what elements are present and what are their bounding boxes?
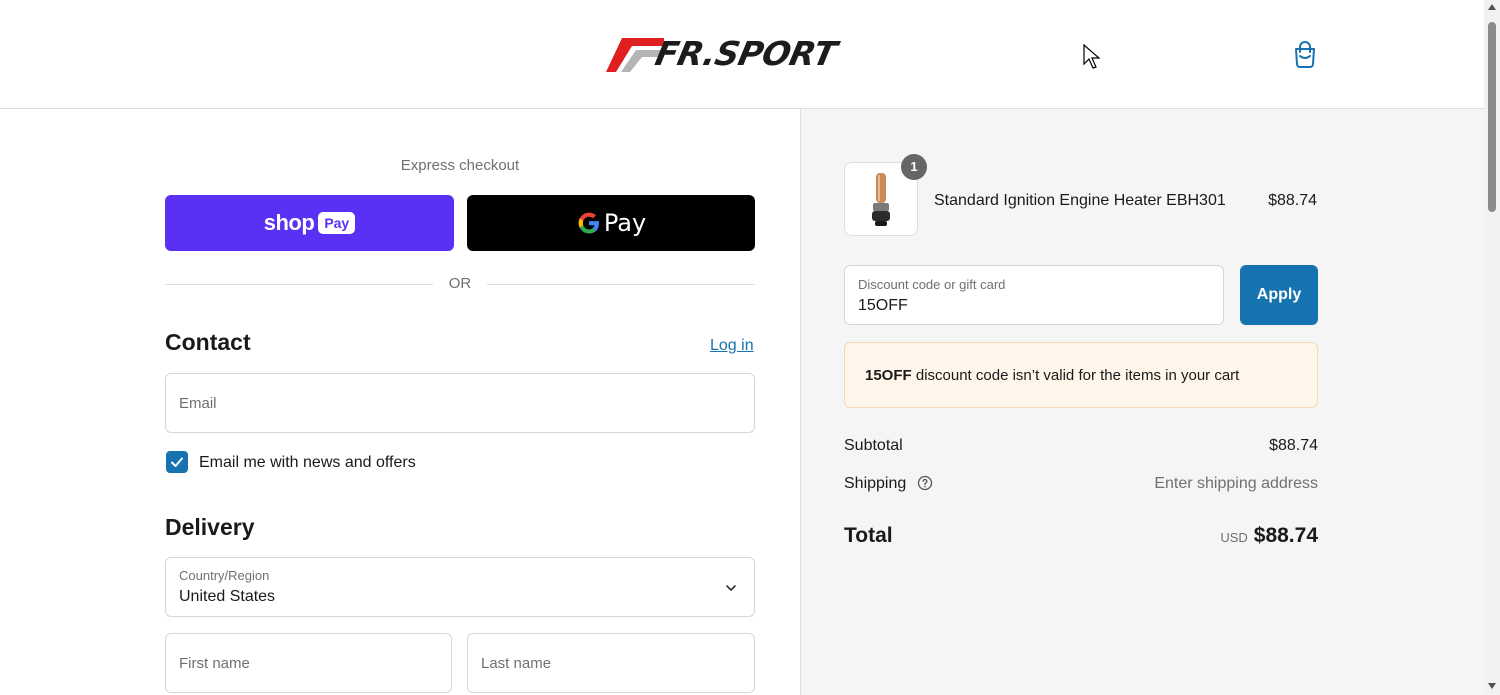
email-field[interactable]: Email [165, 373, 755, 433]
site-header: FR.SPORT [0, 0, 1484, 109]
delivery-title: Delivery [165, 514, 255, 540]
shop-pay-badge: Pay [318, 212, 356, 234]
brand-name: FR.SPORT [651, 34, 840, 73]
product-price: $88.74 [1268, 192, 1317, 209]
page-scrollbar[interactable] [1484, 0, 1500, 695]
warning-code: 15OFF [865, 367, 912, 384]
total-value: $88.74 [1253, 524, 1318, 547]
discount-value: 15OFF [858, 297, 908, 314]
total-amount: USD $88.74 [1000, 524, 1318, 548]
express-checkout-title: Express checkout [400, 157, 520, 174]
total-currency: USD [1220, 530, 1248, 545]
subtotal-value: $88.74 [1269, 437, 1318, 454]
chevron-down-icon [726, 585, 736, 591]
warning-text: 15OFF discount code isn’t valid for the … [865, 367, 1239, 384]
shopping-bag-icon[interactable] [1292, 40, 1318, 68]
contact-title: Contact [165, 329, 251, 355]
country-select[interactable]: Country/Region United States [165, 557, 755, 617]
scroll-up-arrow-icon[interactable] [1488, 4, 1496, 10]
total-label: Total [844, 524, 893, 547]
checkout-form-panel: Express checkout shop Pay Pay OR Contact… [0, 109, 800, 695]
newsletter-label: Email me with news and offers [199, 454, 416, 471]
last-name-field[interactable]: Last name [467, 633, 755, 693]
help-circle-icon[interactable] [917, 475, 933, 491]
scrollbar-thumb[interactable] [1488, 22, 1496, 212]
first-name-field[interactable]: First name [165, 633, 452, 693]
scroll-down-arrow-icon[interactable] [1488, 683, 1496, 689]
log-in-link[interactable]: Log in [710, 337, 754, 355]
discount-code-input[interactable]: Discount code or gift card 15OFF [844, 265, 1224, 325]
or-text: OR [448, 275, 472, 292]
quantity-badge: 1 [901, 154, 927, 180]
or-divider: OR [165, 275, 755, 293]
country-value: United States [179, 588, 276, 605]
discount-warning-banner: 15OFF discount code isn’t valid for the … [844, 342, 1318, 408]
subtotal-label: Subtotal [844, 437, 903, 454]
google-g-icon [578, 212, 599, 234]
apply-discount-button[interactable]: Apply [1240, 265, 1318, 325]
warning-message: discount code isn’t valid for the items … [911, 367, 1240, 384]
email-placeholder: Email [179, 395, 217, 412]
shipping-label: Shipping [844, 475, 907, 492]
country-label: Country/Region [179, 568, 270, 583]
first-name-placeholder: First name [179, 655, 250, 672]
google-pay-button[interactable]: Pay [467, 195, 755, 251]
shipping-value: Enter shipping address [1154, 475, 1318, 492]
newsletter-checkbox[interactable] [166, 451, 188, 473]
checkmark-icon [171, 457, 183, 467]
shipping-row-label: Shipping [844, 475, 933, 493]
discount-label: Discount code or gift card [858, 277, 1006, 292]
shop-pay-button[interactable]: shop Pay [165, 195, 454, 251]
mouse-cursor-icon [1083, 44, 1101, 69]
last-name-placeholder: Last name [481, 655, 552, 672]
shop-pay-word: shop [263, 210, 315, 235]
google-pay-label: Pay [603, 209, 647, 237]
brand-logo[interactable]: FR.SPORT [604, 34, 880, 74]
